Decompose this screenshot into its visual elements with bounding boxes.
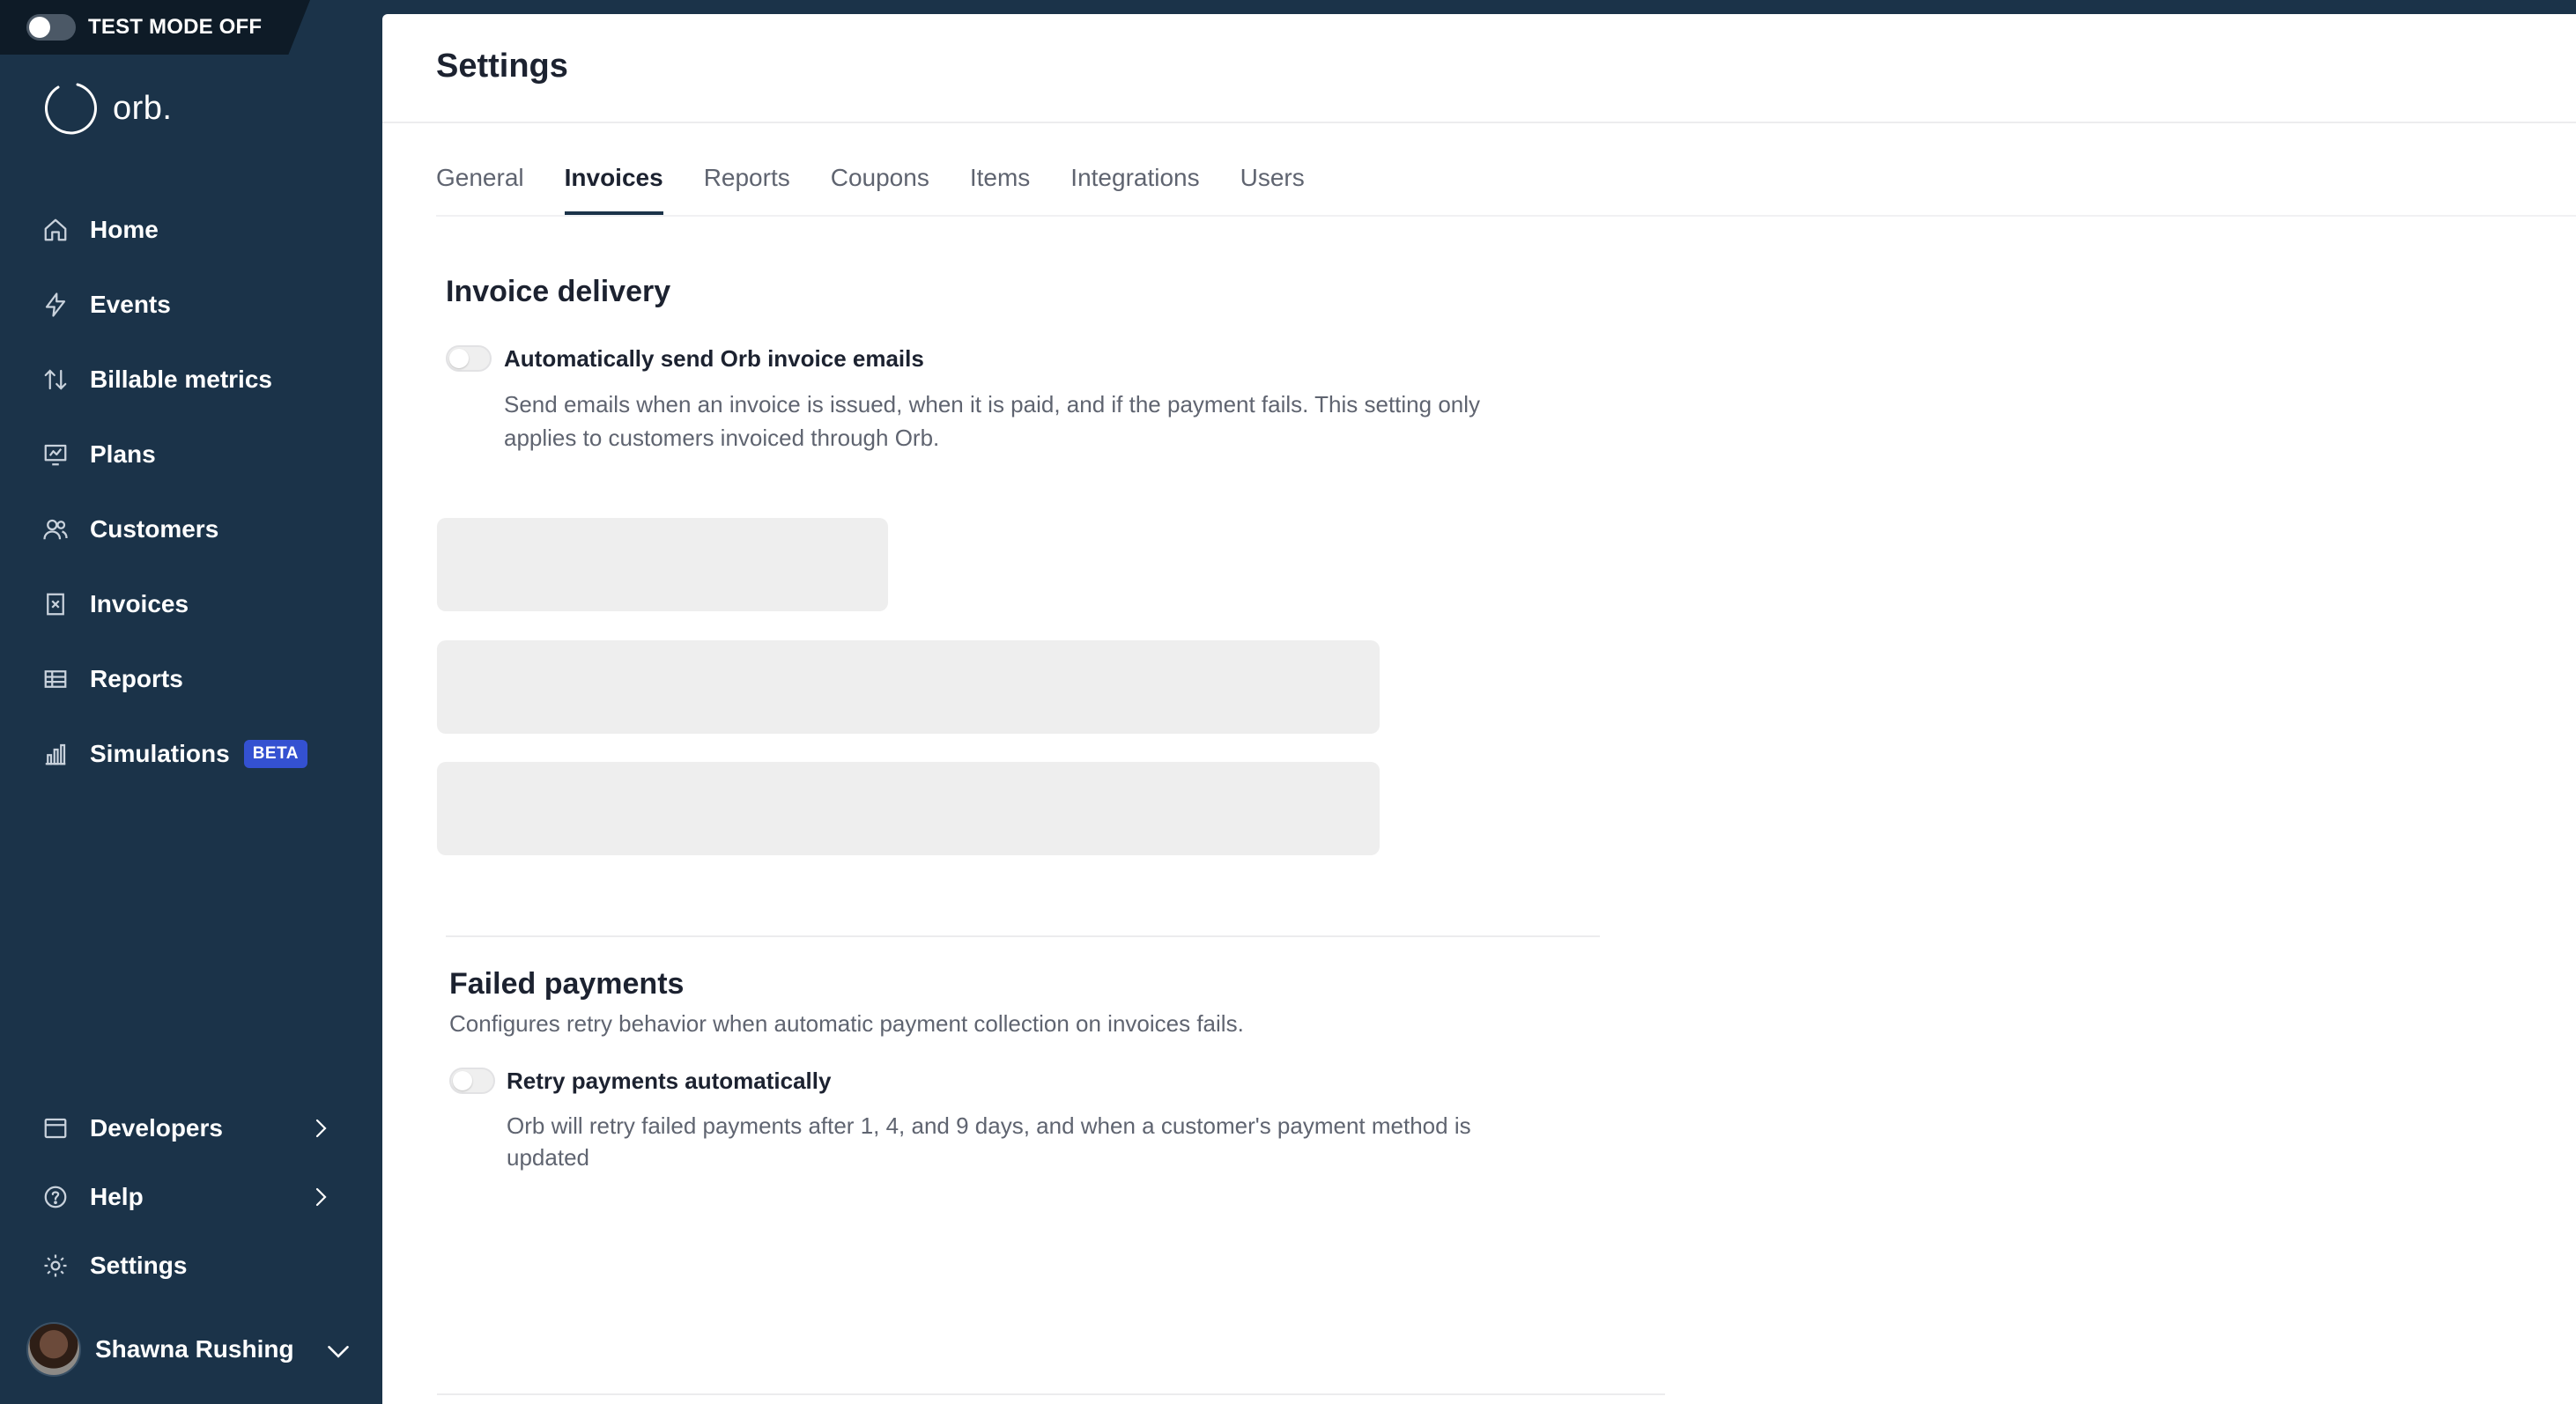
- test-mode-banner: TEST MODE OFF: [0, 0, 310, 55]
- sidebar-item-billable-metrics[interactable]: Billable metrics: [0, 342, 382, 417]
- gear-icon: [42, 1253, 69, 1279]
- sidebar-item-events[interactable]: Events: [0, 267, 382, 342]
- sidebar-item-help[interactable]: Help: [0, 1163, 382, 1231]
- section-divider: [446, 935, 1600, 937]
- sidebar-item-label: Settings: [90, 1252, 188, 1279]
- sidebar-item-customers[interactable]: Customers: [0, 491, 382, 566]
- retry-payments-toggle[interactable]: [449, 1068, 495, 1094]
- sidebar-item-settings[interactable]: Settings: [0, 1231, 382, 1300]
- sidebar-item-reports[interactable]: Reports: [0, 641, 382, 716]
- bolt-icon: [42, 292, 69, 318]
- auto-send-emails-toggle[interactable]: [446, 345, 492, 372]
- tab-coupons[interactable]: Coupons: [831, 164, 929, 215]
- toggle-knob: [453, 1071, 472, 1090]
- user-name: Shawna Rushing: [95, 1335, 294, 1363]
- loading-skeleton: [437, 640, 1380, 734]
- home-icon: [42, 217, 69, 243]
- sidebar-item-plans[interactable]: Plans: [0, 417, 382, 491]
- description-line: Orb will retry failed payments after 1, …: [507, 1112, 1471, 1139]
- test-mode-label: TEST MODE OFF: [88, 15, 263, 39]
- retry-payments-description: Orb will retry failed payments after 1, …: [507, 1110, 1471, 1173]
- sidebar-item-label: Customers: [90, 514, 219, 543]
- loading-skeleton: [437, 518, 888, 611]
- plans-icon: [42, 441, 69, 468]
- tab-integrations[interactable]: Integrations: [1070, 164, 1199, 215]
- brand-name: orb.: [113, 89, 173, 127]
- page-header: Settings: [382, 14, 2576, 123]
- help-icon: [42, 1184, 69, 1210]
- bar-chart-icon: [42, 741, 69, 767]
- tab-general[interactable]: General: [436, 164, 524, 215]
- description-line: applies to customers invoiced through Or…: [504, 425, 940, 451]
- main-content: Settings General Invoices Reports Coupon…: [382, 14, 2576, 1404]
- beta-badge: BETA: [243, 739, 308, 768]
- sidebar-nav: Home Events Billable metrics Plans Custo…: [0, 192, 382, 791]
- arrows-up-down-icon: [42, 366, 69, 393]
- table-icon: [42, 666, 69, 692]
- brand-logo[interactable]: orb.: [42, 79, 172, 137]
- sidebar-item-label: Invoices: [90, 589, 189, 617]
- top-bar: [382, 0, 2576, 14]
- sidebar-item-developers[interactable]: Developers: [0, 1094, 382, 1163]
- invoice-delivery-title: Invoice delivery: [446, 275, 671, 308]
- loading-skeleton: [437, 762, 1380, 855]
- page-title: Settings: [436, 48, 568, 85]
- sidebar-item-home[interactable]: Home: [0, 192, 382, 267]
- tab-items[interactable]: Items: [970, 164, 1030, 215]
- sidebar-item-label: Developers: [90, 1114, 223, 1142]
- window-icon: [42, 1115, 69, 1142]
- sidebar-item-simulations[interactable]: Simulations BETA: [0, 716, 382, 791]
- invoice-delivery-description: Send emails when an invoice is issued, w…: [504, 388, 1480, 454]
- tab-invoices[interactable]: Invoices: [564, 164, 663, 215]
- invoice-icon: [42, 591, 69, 617]
- tab-users[interactable]: Users: [1240, 164, 1305, 215]
- test-mode-toggle[interactable]: [26, 14, 76, 41]
- tab-reports[interactable]: Reports: [704, 164, 790, 215]
- sidebar: TEST MODE OFF orb. Home Events Billable …: [0, 0, 382, 1404]
- description-line: Send emails when an invoice is issued, w…: [504, 391, 1481, 418]
- description-line: updated: [507, 1144, 589, 1171]
- sidebar-item-label: Home: [90, 215, 159, 243]
- chevron-right-icon: [315, 1119, 327, 1138]
- app-root: TEST MODE OFF orb. Home Events Billable …: [0, 0, 2576, 1404]
- sidebar-item-invoices[interactable]: Invoices: [0, 566, 382, 641]
- sidebar-item-label: Events: [90, 290, 171, 318]
- sidebar-item-label: Simulations: [90, 739, 230, 767]
- auto-send-emails-label: Automatically send Orb invoice emails: [504, 345, 924, 372]
- sidebar-item-label: Help: [90, 1183, 144, 1210]
- settings-tabs: General Invoices Reports Coupons Items I…: [436, 164, 1345, 217]
- tabs-divider: [436, 215, 2576, 217]
- sidebar-bottom-nav: Developers Help Settings: [0, 1094, 382, 1300]
- chevron-right-icon: [315, 1187, 327, 1207]
- sidebar-item-label: Billable metrics: [90, 365, 272, 393]
- toggle-knob: [29, 17, 50, 38]
- sidebar-item-label: Plans: [90, 440, 156, 468]
- sidebar-item-label: Reports: [90, 664, 183, 692]
- user-menu[interactable]: Shawna Rushing: [0, 1316, 382, 1383]
- chevron-down-icon: [328, 1346, 349, 1358]
- failed-payments-title: Failed payments: [449, 967, 685, 1001]
- failed-payments-subtitle: Configures retry behavior when automatic…: [449, 1010, 1244, 1037]
- retry-payments-label: Retry payments automatically: [507, 1068, 832, 1094]
- toggle-knob: [449, 349, 469, 368]
- section-divider: [437, 1393, 1665, 1395]
- users-icon: [42, 516, 69, 543]
- avatar: [26, 1322, 81, 1377]
- orb-logo-icon: [45, 83, 97, 135]
